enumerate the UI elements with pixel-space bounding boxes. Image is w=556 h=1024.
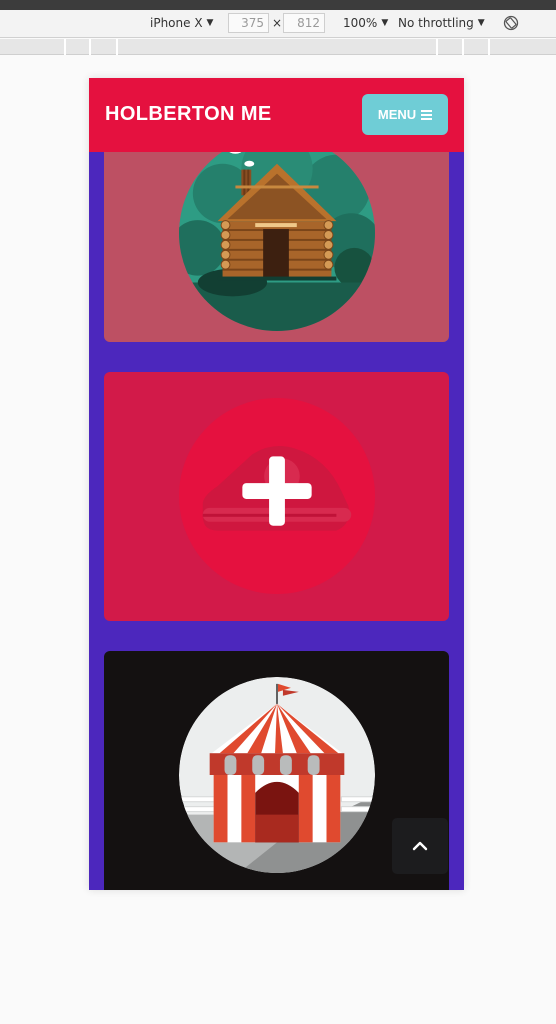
throttling-select-label: No throttling bbox=[398, 16, 474, 30]
menu-button-label: MENU bbox=[377, 107, 417, 122]
scroll-to-top-button[interactable] bbox=[392, 818, 448, 874]
caret-down-icon: ▼ bbox=[206, 18, 214, 28]
hamburger-icon bbox=[421, 109, 433, 120]
ruler-mark bbox=[436, 39, 438, 55]
project-card-add[interactable] bbox=[104, 372, 449, 621]
chevron-up-icon bbox=[412, 841, 428, 851]
ruler-mark bbox=[462, 39, 464, 55]
devtools-device-toolbar: iPhone X ▼ 375 × 812 100% ▼ No throttlin… bbox=[0, 10, 556, 38]
site-header: HOLBERTON ME MENU bbox=[89, 78, 464, 152]
menu-button[interactable]: MENU bbox=[362, 94, 448, 135]
device-select[interactable]: iPhone X ▼ bbox=[150, 16, 213, 30]
ruler-mark bbox=[64, 39, 66, 55]
media-query-ruler bbox=[0, 39, 556, 55]
device-select-label: iPhone X bbox=[150, 16, 203, 30]
log-cabin-illustration bbox=[178, 134, 376, 332]
ruler-mark bbox=[488, 39, 490, 55]
add-illustration bbox=[178, 397, 376, 595]
caret-down-icon: ▼ bbox=[381, 18, 389, 28]
caret-down-icon: ▼ bbox=[477, 18, 485, 28]
zoom-select-label: 100% bbox=[343, 16, 378, 30]
device-viewport: HOLBERTON ME MENU bbox=[89, 78, 464, 890]
dimension-separator: × bbox=[272, 16, 283, 30]
width-input[interactable]: 375 bbox=[228, 13, 269, 33]
window-top-strip bbox=[0, 0, 556, 10]
zoom-select[interactable]: 100% ▼ bbox=[343, 16, 388, 30]
throttling-select[interactable]: No throttling ▼ bbox=[398, 16, 485, 30]
site-brand[interactable]: HOLBERTON ME bbox=[105, 103, 272, 126]
ruler-mark bbox=[89, 39, 91, 55]
height-input[interactable]: 812 bbox=[283, 13, 325, 33]
circus-tent-illustration bbox=[178, 676, 376, 874]
ruler-mark bbox=[116, 39, 118, 55]
rotate-icon[interactable] bbox=[503, 15, 519, 31]
